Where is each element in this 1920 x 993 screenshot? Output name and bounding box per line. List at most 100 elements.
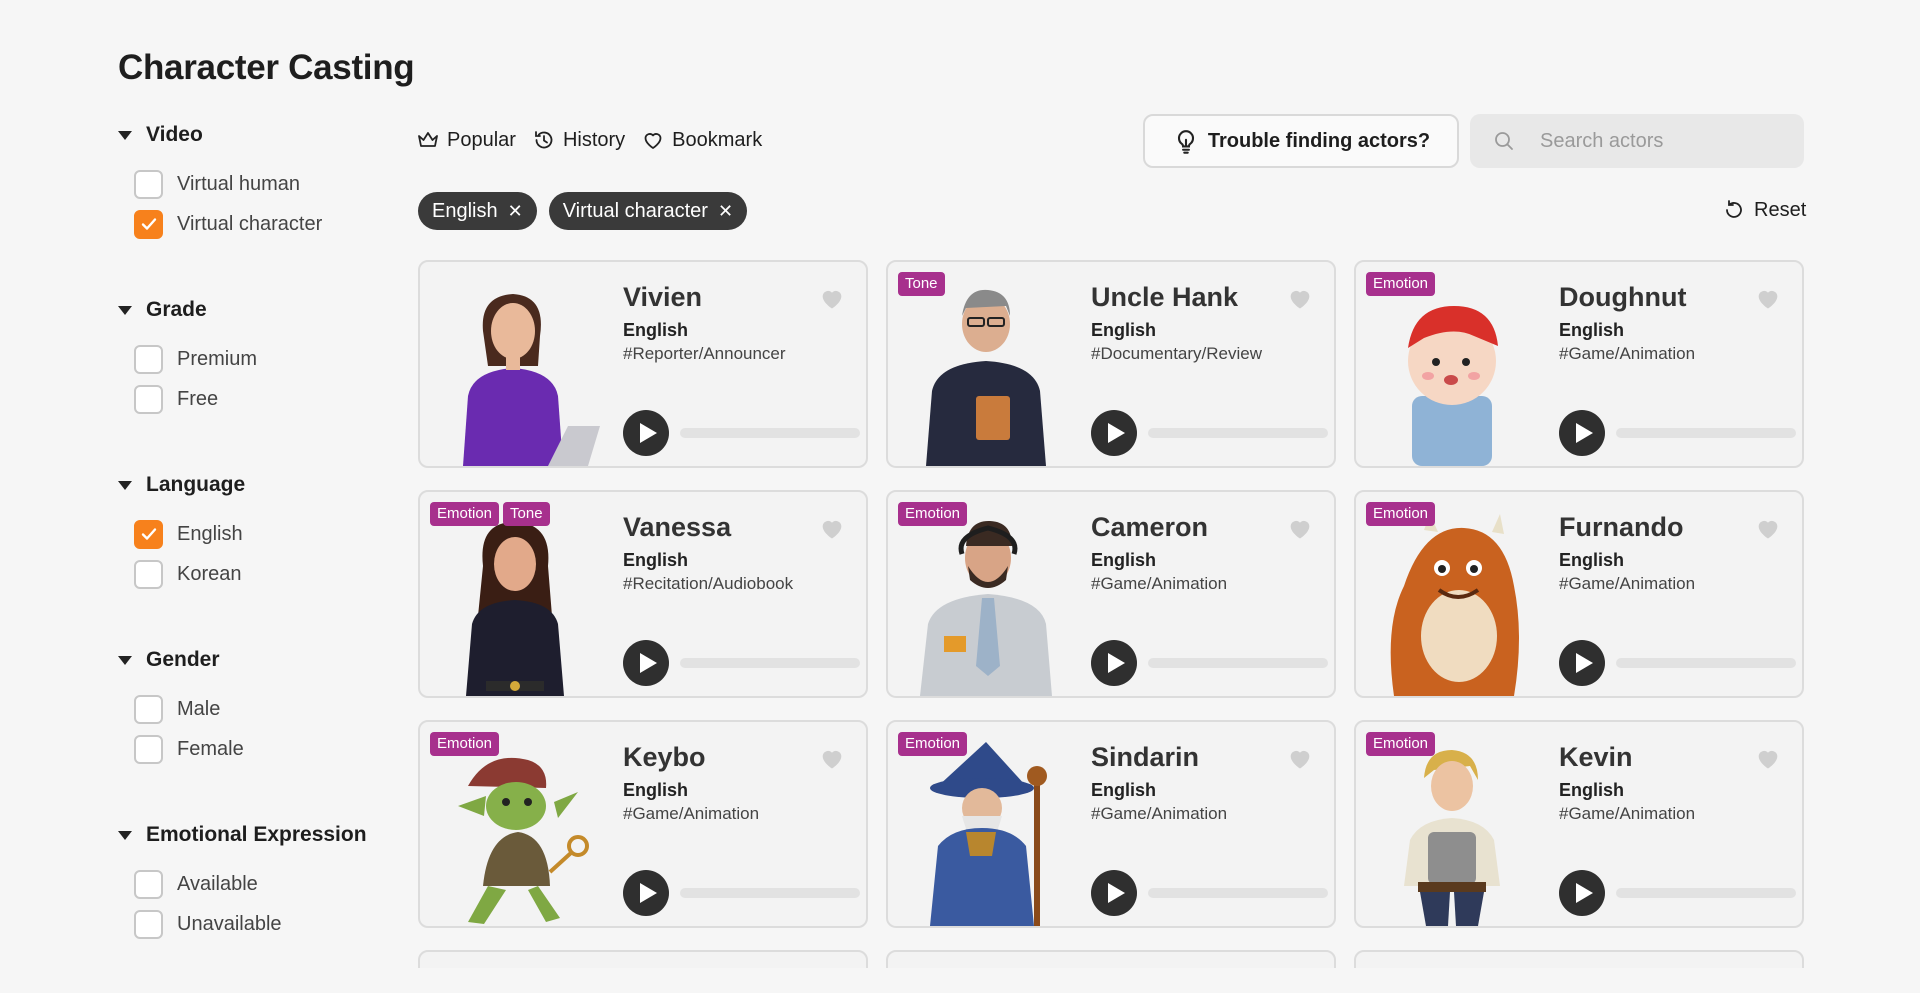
actor-card-keybo[interactable]: Emotion Keybo English #Game/Animation [418, 720, 868, 928]
filter-group-toggle[interactable]: Emotional Expression [116, 818, 376, 852]
checkbox[interactable] [134, 694, 163, 724]
checkbox[interactable] [134, 209, 163, 239]
checkbox[interactable] [134, 344, 163, 374]
actor-card-vanessa[interactable]: Emotion Tone Vanessa English #Recitation/… [418, 490, 868, 698]
checkbox[interactable] [134, 559, 163, 589]
actor-card-vivien[interactable]: Vivien English #Reporter/Announcer [418, 260, 868, 468]
heart-icon[interactable] [1286, 744, 1314, 772]
bookmark-label: Bookmark [672, 128, 763, 151]
actor-card-cameron[interactable]: Emotion Cameron English #Game/Animation [886, 490, 1336, 698]
filter-option-virtual-character[interactable]: Virtual character [134, 204, 376, 244]
audio-progress-bar[interactable] [1148, 658, 1328, 668]
actor-card-partial[interactable] [1354, 950, 1804, 968]
checkbox[interactable] [134, 169, 163, 199]
filter-option-free[interactable]: Free [134, 379, 376, 419]
filter-option-unavailable[interactable]: Unavailable [134, 904, 376, 944]
actor-language: English [1091, 320, 1157, 340]
actor-language: English [623, 320, 689, 340]
heart-icon[interactable] [1286, 514, 1314, 542]
checkbox[interactable] [134, 869, 163, 899]
play-button[interactable] [623, 640, 669, 686]
play-button[interactable] [1091, 870, 1137, 916]
checkbox[interactable] [134, 519, 163, 549]
audio-progress-bar[interactable] [1616, 658, 1796, 668]
popular-label: Popular [447, 128, 516, 151]
checkbox[interactable] [134, 734, 163, 764]
actor-portrait [428, 506, 603, 696]
caret-down-icon [118, 480, 132, 490]
actor-language: English [1559, 320, 1625, 340]
heart-icon[interactable] [818, 514, 846, 542]
filter-option-virtual-human[interactable]: Virtual human [134, 164, 376, 204]
reset-icon [1726, 200, 1742, 218]
actor-tag: #Documentary/Review [1091, 344, 1263, 363]
actor-card-doughnut[interactable]: Emotion Doughnut English #Game/Animation [1354, 260, 1804, 468]
actor-portrait [428, 736, 603, 926]
heart-icon[interactable] [1754, 284, 1782, 312]
play-button[interactable] [1091, 410, 1137, 456]
caret-down-icon [118, 305, 132, 315]
bookmark-link[interactable]: Bookmark [641, 128, 762, 152]
actor-language: English [623, 780, 689, 800]
play-button[interactable] [1559, 640, 1605, 686]
actor-card-kevin[interactable]: Emotion Kevin English #Game/Animation [1354, 720, 1804, 928]
actor-card-partial[interactable] [886, 950, 1336, 968]
active-filter-chips: English ✕ Virtual character ✕ [418, 192, 748, 230]
play-button[interactable] [623, 870, 669, 916]
close-icon[interactable]: ✕ [718, 201, 733, 222]
filter-option-female[interactable]: Female [134, 729, 376, 769]
play-button[interactable] [623, 410, 669, 456]
actor-card-partial[interactable] [418, 950, 868, 968]
audio-progress-bar[interactable] [680, 428, 860, 438]
play-button[interactable] [1091, 640, 1137, 686]
play-button[interactable] [1559, 870, 1605, 916]
heart-icon[interactable] [1286, 284, 1314, 312]
filter-group-toggle[interactable]: Grade [116, 293, 376, 327]
actor-card-uncle-hank[interactable]: Tone Uncle Hank English #Documentary/Rev… [886, 260, 1336, 468]
actor-name: Uncle Hank [1091, 282, 1239, 312]
trouble-finding-actors-button[interactable]: Trouble finding actors? [1143, 114, 1459, 168]
filter-group-toggle[interactable]: Gender [116, 643, 376, 677]
checkbox[interactable] [134, 384, 163, 414]
filter-option-korean[interactable]: Korean [134, 554, 376, 594]
play-button[interactable] [1559, 410, 1605, 456]
audio-progress-bar[interactable] [1148, 428, 1328, 438]
actor-card-sindarin[interactable]: Emotion Sindarin English #Game/Animation [886, 720, 1336, 928]
audio-progress-bar[interactable] [1148, 888, 1328, 898]
audio-progress-bar[interactable] [680, 888, 860, 898]
actor-card-furnando[interactable]: Emotion Furnando English #Game/Animation [1354, 490, 1804, 698]
actor-name: Keybo [623, 742, 706, 772]
filter-option-premium[interactable]: Premium [134, 339, 376, 379]
filter-group-emotional-expression: Emotional Expression Available Unavailab… [116, 818, 376, 993]
audio-progress-bar[interactable] [1616, 888, 1796, 898]
history-label: History [562, 128, 626, 151]
audio-progress-bar[interactable] [1616, 428, 1796, 438]
popular-link[interactable]: Popular [416, 128, 516, 152]
checkmark-icon [141, 528, 156, 540]
filter-option-available[interactable]: Available [134, 864, 376, 904]
checkbox[interactable] [134, 909, 163, 939]
badge-tone: Tone [898, 272, 945, 296]
search-input[interactable] [1538, 128, 1792, 154]
filter-option-english[interactable]: English [134, 514, 376, 554]
reset-button[interactable]: Reset [1722, 198, 1806, 222]
badge-list: Emotion Tone [430, 502, 550, 526]
actor-name: Furnando [1559, 512, 1684, 542]
filter-group-title: Language [146, 473, 246, 496]
heart-icon[interactable] [1754, 744, 1782, 772]
actor-name: Vivien [623, 282, 703, 312]
history-link[interactable]: History [532, 128, 625, 152]
filter-option-male[interactable]: Male [134, 689, 376, 729]
heart-icon[interactable] [1754, 514, 1782, 542]
filter-group-toggle[interactable]: Language [116, 468, 376, 502]
filter-group-toggle[interactable]: Video [116, 118, 376, 152]
play-icon [1576, 883, 1593, 903]
filter-option-label: Virtual human [177, 172, 301, 195]
heart-icon[interactable] [818, 744, 846, 772]
filter-option-label: Virtual character [177, 212, 323, 235]
badge-emotion: Emotion [898, 502, 968, 526]
audio-progress-bar[interactable] [680, 658, 860, 668]
heart-icon[interactable] [818, 284, 846, 312]
play-icon [640, 423, 657, 443]
close-icon[interactable]: ✕ [508, 201, 523, 222]
